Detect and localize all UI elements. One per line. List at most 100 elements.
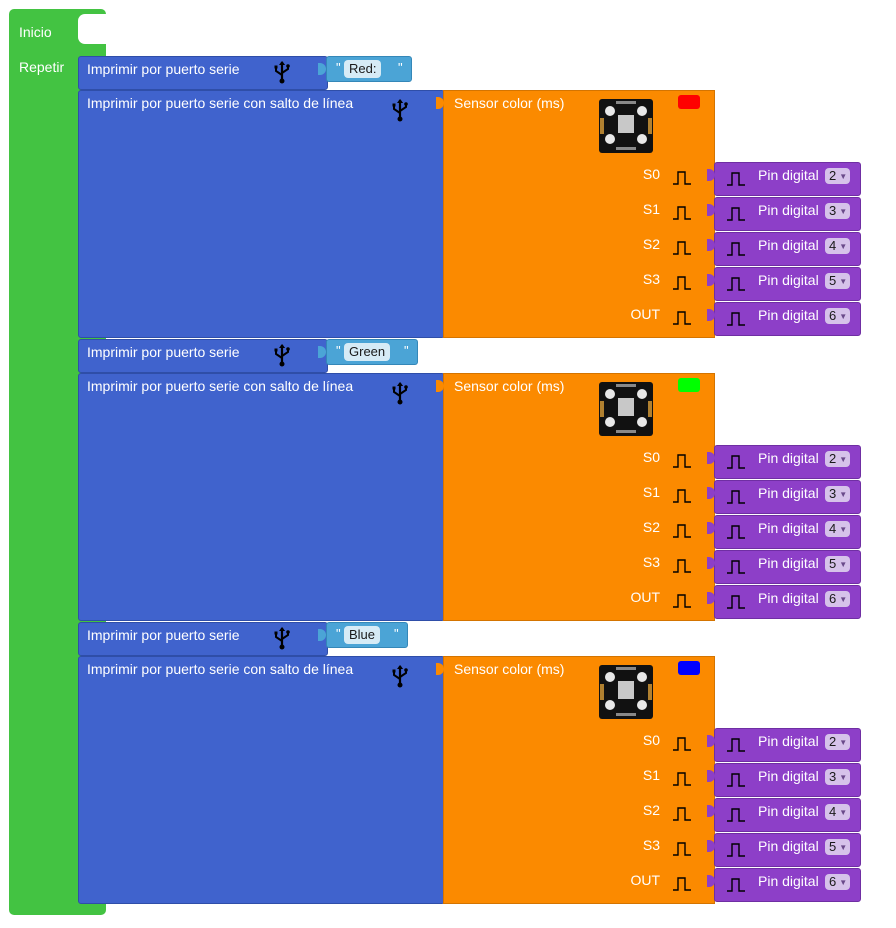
pin-number-value: 3 (829, 486, 837, 501)
pulse-icon (672, 736, 692, 752)
pin-number-value: 4 (829, 804, 837, 819)
pin-digital-label: Pin digital (758, 202, 819, 218)
pin-number-dropdown[interactable]: 2 ▼ (825, 734, 851, 750)
pulse-icon (672, 240, 692, 256)
pulse-icon (726, 772, 746, 788)
pin-number-value: 4 (829, 521, 837, 536)
pin-number-value: 6 (829, 308, 837, 323)
pin-number-value: 3 (829, 203, 837, 218)
open-quote: " (336, 626, 341, 641)
color-swatch[interactable] (678, 95, 700, 109)
pin-number-value: 2 (829, 168, 837, 183)
pin-digital-label: Pin digital (758, 450, 819, 466)
pulse-icon (672, 558, 692, 574)
pulse-icon (726, 807, 746, 823)
chevron-down-icon: ▼ (839, 311, 848, 321)
pin-number-dropdown[interactable]: 4 ▼ (825, 804, 851, 820)
pulse-icon (672, 876, 692, 892)
sensor-label: Sensor color (ms) (454, 95, 565, 111)
color-sensor-board-image (598, 381, 654, 437)
start-input-notch (78, 14, 118, 44)
pin-number-dropdown[interactable]: 5 ▼ (825, 839, 851, 855)
serial-println-label: Imprimir por puerto serie con salto de l… (87, 95, 354, 111)
serial-print-label: Imprimir por puerto serie (87, 627, 240, 643)
pin-number-dropdown[interactable]: 6 ▼ (825, 874, 851, 890)
chevron-down-icon: ▼ (839, 206, 848, 216)
chevron-down-icon: ▼ (839, 559, 848, 569)
pin-name-label: S1 (642, 767, 660, 783)
pin-number-dropdown[interactable]: 6 ▼ (825, 591, 851, 607)
pin-digital-label: Pin digital (758, 307, 819, 323)
pin-digital-label: Pin digital (758, 237, 819, 253)
pulse-icon (726, 737, 746, 753)
pin-number-dropdown[interactable]: 4 ▼ (825, 238, 851, 254)
pin-digital-label: Pin digital (758, 590, 819, 606)
pin-digital-label: Pin digital (758, 485, 819, 501)
pin-number-dropdown[interactable]: 3 ▼ (825, 203, 851, 219)
pulse-icon (672, 275, 692, 291)
serial-println-block[interactable] (78, 656, 445, 904)
pin-number-value: 2 (829, 734, 837, 749)
pulse-icon (726, 241, 746, 257)
text-value-field[interactable]: Green (344, 343, 391, 361)
pin-name-label: S2 (642, 802, 660, 818)
pin-name-label: OUT (630, 872, 660, 888)
pulse-icon (672, 593, 692, 609)
pulse-icon (672, 310, 692, 326)
usb-icon (390, 98, 410, 122)
pin-number-value: 4 (829, 238, 837, 253)
pin-digital-label: Pin digital (758, 768, 819, 784)
chevron-down-icon: ▼ (839, 594, 848, 604)
text-value-field[interactable]: Blue (344, 626, 381, 644)
pin-number-value: 6 (829, 591, 837, 606)
pin-name-label: S1 (642, 201, 660, 217)
pulse-icon (726, 594, 746, 610)
pin-number-dropdown[interactable]: 3 ▼ (825, 769, 851, 785)
pin-number-dropdown[interactable]: 4 ▼ (825, 521, 851, 537)
chevron-down-icon: ▼ (839, 276, 848, 286)
pulse-icon (672, 453, 692, 469)
pulse-icon (726, 171, 746, 187)
pulse-icon (726, 524, 746, 540)
pin-name-label: S2 (642, 519, 660, 535)
text-value-field[interactable]: Red: (344, 60, 382, 78)
color-swatch[interactable] (678, 661, 700, 675)
usb-icon (272, 343, 292, 367)
serial-print-label: Imprimir por puerto serie (87, 61, 240, 77)
pulse-icon (672, 841, 692, 857)
serial-println-label: Imprimir por puerto serie con salto de l… (87, 661, 354, 677)
pin-number-value: 5 (829, 839, 837, 854)
serial-println-block[interactable] (78, 373, 445, 621)
close-quote: " (398, 60, 403, 75)
pin-name-label: S2 (642, 236, 660, 252)
sensor-label: Sensor color (ms) (454, 661, 565, 677)
pin-number-dropdown[interactable]: 2 ▼ (825, 451, 851, 467)
pin-number-dropdown[interactable]: 3 ▼ (825, 486, 851, 502)
pin-number-dropdown[interactable]: 5 ▼ (825, 273, 851, 289)
color-swatch[interactable] (678, 378, 700, 392)
chevron-down-icon: ▼ (839, 489, 848, 499)
usb-icon (390, 381, 410, 405)
chevron-down-icon: ▼ (839, 454, 848, 464)
serial-println-label: Imprimir por puerto serie con salto de l… (87, 378, 354, 394)
open-quote: " (336, 60, 341, 75)
pin-number-value: 5 (829, 556, 837, 571)
sensor-label: Sensor color (ms) (454, 378, 565, 394)
pulse-icon (672, 205, 692, 221)
pin-name-label: S0 (642, 449, 660, 465)
close-quote: " (404, 343, 409, 358)
serial-println-block[interactable] (78, 90, 445, 338)
pulse-icon (672, 488, 692, 504)
pin-number-value: 2 (829, 451, 837, 466)
pin-number-dropdown[interactable]: 2 ▼ (825, 168, 851, 184)
chevron-down-icon: ▼ (839, 877, 848, 887)
color-sensor-board-image (598, 664, 654, 720)
chevron-down-icon: ▼ (839, 171, 848, 181)
pin-number-dropdown[interactable]: 6 ▼ (825, 308, 851, 324)
pulse-icon (726, 311, 746, 327)
pin-digital-label: Pin digital (758, 873, 819, 889)
chevron-down-icon: ▼ (839, 737, 848, 747)
pulse-icon (726, 559, 746, 575)
pin-number-dropdown[interactable]: 5 ▼ (825, 556, 851, 572)
pulse-icon (726, 206, 746, 222)
